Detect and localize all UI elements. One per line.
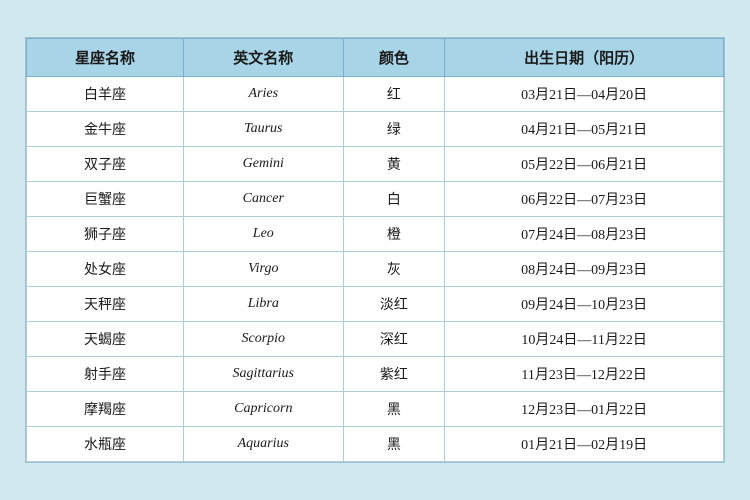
cell-dates: 08月24日—09月23日 xyxy=(445,252,724,287)
header-color: 颜色 xyxy=(343,39,445,77)
cell-english-name: Virgo xyxy=(183,252,343,287)
cell-color: 灰 xyxy=(343,252,445,287)
cell-english-name: Sagittarius xyxy=(183,357,343,392)
table-row: 天蝎座Scorpio深红10月24日—11月22日 xyxy=(27,322,724,357)
table-row: 天秤座Libra淡红09月24日—10月23日 xyxy=(27,287,724,322)
cell-dates: 01月21日—02月19日 xyxy=(445,427,724,462)
table-body: 白羊座Aries红03月21日—04月20日金牛座Taurus绿04月21日—0… xyxy=(27,77,724,462)
cell-color: 黄 xyxy=(343,147,445,182)
cell-color: 黑 xyxy=(343,427,445,462)
cell-color: 淡红 xyxy=(343,287,445,322)
cell-english-name: Leo xyxy=(183,217,343,252)
table-header-row: 星座名称 英文名称 颜色 出生日期（阳历） xyxy=(27,39,724,77)
table-row: 狮子座Leo橙07月24日—08月23日 xyxy=(27,217,724,252)
cell-chinese-name: 天秤座 xyxy=(27,287,184,322)
cell-chinese-name: 射手座 xyxy=(27,357,184,392)
cell-color: 白 xyxy=(343,182,445,217)
header-chinese-name: 星座名称 xyxy=(27,39,184,77)
cell-chinese-name: 狮子座 xyxy=(27,217,184,252)
cell-chinese-name: 巨蟹座 xyxy=(27,182,184,217)
cell-dates: 06月22日—07月23日 xyxy=(445,182,724,217)
cell-english-name: Gemini xyxy=(183,147,343,182)
cell-english-name: Cancer xyxy=(183,182,343,217)
cell-chinese-name: 白羊座 xyxy=(27,77,184,112)
cell-dates: 11月23日—12月22日 xyxy=(445,357,724,392)
cell-chinese-name: 金牛座 xyxy=(27,112,184,147)
cell-chinese-name: 处女座 xyxy=(27,252,184,287)
cell-english-name: Libra xyxy=(183,287,343,322)
cell-dates: 07月24日—08月23日 xyxy=(445,217,724,252)
table-row: 巨蟹座Cancer白06月22日—07月23日 xyxy=(27,182,724,217)
cell-english-name: Taurus xyxy=(183,112,343,147)
cell-english-name: Aries xyxy=(183,77,343,112)
cell-chinese-name: 双子座 xyxy=(27,147,184,182)
header-english-name: 英文名称 xyxy=(183,39,343,77)
table-row: 射手座Sagittarius紫红11月23日—12月22日 xyxy=(27,357,724,392)
cell-chinese-name: 天蝎座 xyxy=(27,322,184,357)
cell-dates: 03月21日—04月20日 xyxy=(445,77,724,112)
cell-chinese-name: 水瓶座 xyxy=(27,427,184,462)
cell-color: 绿 xyxy=(343,112,445,147)
cell-color: 橙 xyxy=(343,217,445,252)
cell-chinese-name: 摩羯座 xyxy=(27,392,184,427)
cell-english-name: Aquarius xyxy=(183,427,343,462)
cell-english-name: Capricorn xyxy=(183,392,343,427)
cell-dates: 12月23日—01月22日 xyxy=(445,392,724,427)
zodiac-table-container: 星座名称 英文名称 颜色 出生日期（阳历） 白羊座Aries红03月21日—04… xyxy=(25,37,725,463)
table-row: 白羊座Aries红03月21日—04月20日 xyxy=(27,77,724,112)
cell-dates: 04月21日—05月21日 xyxy=(445,112,724,147)
cell-dates: 10月24日—11月22日 xyxy=(445,322,724,357)
table-row: 摩羯座Capricorn黑12月23日—01月22日 xyxy=(27,392,724,427)
header-birth-date: 出生日期（阳历） xyxy=(445,39,724,77)
table-row: 双子座Gemini黄05月22日—06月21日 xyxy=(27,147,724,182)
zodiac-table: 星座名称 英文名称 颜色 出生日期（阳历） 白羊座Aries红03月21日—04… xyxy=(26,38,724,462)
cell-color: 紫红 xyxy=(343,357,445,392)
cell-color: 黑 xyxy=(343,392,445,427)
cell-dates: 09月24日—10月23日 xyxy=(445,287,724,322)
table-row: 水瓶座Aquarius黑01月21日—02月19日 xyxy=(27,427,724,462)
table-row: 处女座Virgo灰08月24日—09月23日 xyxy=(27,252,724,287)
table-row: 金牛座Taurus绿04月21日—05月21日 xyxy=(27,112,724,147)
cell-color: 红 xyxy=(343,77,445,112)
cell-english-name: Scorpio xyxy=(183,322,343,357)
cell-color: 深红 xyxy=(343,322,445,357)
cell-dates: 05月22日—06月21日 xyxy=(445,147,724,182)
